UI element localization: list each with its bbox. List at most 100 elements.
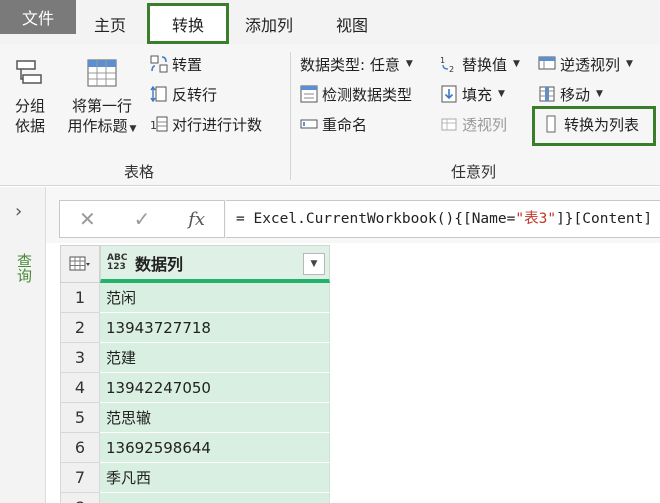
table-cell[interactable]: 13943727718 xyxy=(100,313,330,343)
svg-text:2: 2 xyxy=(449,65,454,73)
table-cell[interactable]: 范闲 xyxy=(100,283,330,313)
pivot-column-button[interactable]: 透视列 xyxy=(440,112,507,136)
chevron-right-icon[interactable]: › xyxy=(15,201,22,222)
formula-string-literal: "表3" xyxy=(515,211,557,227)
replace-values-label: 替换值 xyxy=(462,55,508,74)
formula-bar-area: ✕ ✓ fx = Excel.CurrentWorkbook(){[Name="… xyxy=(46,187,660,243)
chevron-down-icon: ▼ xyxy=(129,124,137,134)
table-row[interactable]: 1 范闲 xyxy=(60,283,330,313)
pivot-column-label: 透视列 xyxy=(462,115,508,134)
chevron-down-icon: ▼ xyxy=(513,59,520,69)
confirm-icon[interactable]: ✓ xyxy=(115,207,170,231)
detect-data-type-label: 检测数据类型 xyxy=(322,85,413,104)
svg-text:1: 1 xyxy=(440,56,445,65)
count-rows-icon: 1 xyxy=(150,116,168,132)
column-name: 数据列 xyxy=(135,254,184,274)
replace-values-button[interactable]: 1 2 替换值 ▼ xyxy=(440,52,520,76)
row-number: 6 xyxy=(60,433,100,463)
count-rows-button[interactable]: 1 对行进行计数 xyxy=(150,112,262,136)
group-by-label-1: 分组 xyxy=(14,97,45,115)
detect-data-type-button[interactable]: 检测数据类型 xyxy=(300,82,412,106)
detect-type-icon xyxy=(300,85,318,103)
unpivot-columns-button[interactable]: 逆透视列 ▼ xyxy=(538,52,633,76)
reverse-rows-button[interactable]: 反转行 xyxy=(150,82,217,106)
formula-suffix: ]}[Content] xyxy=(556,211,653,227)
table-row[interactable]: 2 13943727718 xyxy=(60,313,330,343)
count-rows-label: 对行进行计数 xyxy=(172,115,263,134)
row-number: 1 xyxy=(60,283,100,313)
cancel-icon[interactable]: ✕ xyxy=(60,207,115,231)
table-row[interactable]: 7 季凡西 xyxy=(60,463,330,493)
tab-view[interactable]: 视图 xyxy=(336,12,368,36)
type-icon-text-bottom: 123 xyxy=(107,261,126,272)
data-grid: ABC 123 数据列 ▼ 1 范闲 2 13943727718 3 范建 4 … xyxy=(60,245,330,503)
group-by-label-2: 依据 xyxy=(14,117,45,135)
convert-to-list-highlight xyxy=(532,106,656,146)
table-menu-button[interactable] xyxy=(60,245,100,283)
table-cell[interactable]: 范思辙 xyxy=(100,403,330,433)
transpose-label: 转置 xyxy=(172,55,203,74)
replace-values-icon: 1 2 xyxy=(440,56,454,73)
move-label: 移动 xyxy=(560,85,591,104)
table-group-label: 表格 xyxy=(124,163,155,181)
use-first-row-label-2: 用作标题 xyxy=(67,117,128,135)
table-cell[interactable]: 范建 xyxy=(100,343,330,373)
move-dropdown[interactable]: 移动 ▼ xyxy=(538,82,603,106)
table-row[interactable]: 4 13942247050 xyxy=(60,373,330,403)
row-number: 5 xyxy=(60,403,100,433)
chevron-down-icon: ▼ xyxy=(405,59,413,69)
table-cell[interactable]: 季凡西 xyxy=(100,463,330,493)
tab-home[interactable]: 主页 xyxy=(94,12,126,36)
rename-icon xyxy=(300,119,318,129)
rename-label: 重命名 xyxy=(322,115,368,134)
svg-text:1: 1 xyxy=(150,119,157,132)
fx-icon[interactable]: fx xyxy=(169,209,224,230)
table-row[interactable]: 6 13692598644 xyxy=(60,433,330,463)
formula-input[interactable]: = Excel.CurrentWorkbook(){[Name="表3"]}[C… xyxy=(226,200,660,238)
row-number: 7 xyxy=(60,463,100,493)
table-cell[interactable]: 13692598644 xyxy=(100,433,330,463)
table-cell[interactable] xyxy=(100,493,330,503)
move-icon xyxy=(539,86,555,102)
row-number: 8 xyxy=(60,493,100,503)
column-filter-dropdown[interactable]: ▼ xyxy=(303,253,325,275)
table-row[interactable]: 8 xyxy=(60,493,330,503)
data-type-label: 数据类型: 任意 xyxy=(300,55,400,74)
queries-pane-label[interactable]: 查询 xyxy=(14,253,35,283)
table-cell[interactable]: 13942247050 xyxy=(100,373,330,403)
tab-transform[interactable]: 转换 xyxy=(147,3,229,44)
pivot-column-icon xyxy=(441,118,457,131)
row-number: 4 xyxy=(60,373,100,403)
fill-label: 填充 xyxy=(462,85,493,104)
use-first-row-as-headers-button[interactable]: 将第一行 用作标题 ▼ xyxy=(60,58,144,139)
formula-prefix: = Excel.CurrentWorkbook(){[Name= xyxy=(236,211,516,227)
formula-buttons: ✕ ✓ fx xyxy=(59,200,225,238)
tab-add-column[interactable]: 添加列 xyxy=(245,12,293,36)
transpose-button[interactable]: 转置 xyxy=(150,52,202,76)
reverse-rows-label: 反转行 xyxy=(172,85,218,104)
group-by-icon xyxy=(16,60,42,84)
unpivot-columns-label: 逆透视列 xyxy=(560,55,621,74)
rename-button[interactable]: 重命名 xyxy=(300,112,367,136)
transpose-icon xyxy=(150,55,168,73)
chevron-down-icon: ▼ xyxy=(596,89,603,99)
ribbon-tab-bar: 文件 主页 转换 添加列 视图 xyxy=(0,0,660,46)
any-type-icon[interactable]: ABC 123 xyxy=(107,253,129,272)
reverse-rows-icon xyxy=(150,85,167,103)
unpivot-columns-icon xyxy=(538,56,556,70)
fill-down-icon xyxy=(441,85,457,103)
tab-file[interactable]: 文件 xyxy=(0,0,76,34)
row-number: 2 xyxy=(60,313,100,343)
table-row[interactable]: 3 范建 xyxy=(60,343,330,373)
column-header-data[interactable]: ABC 123 数据列 ▼ xyxy=(100,245,330,283)
row-number: 3 xyxy=(60,343,100,373)
queries-pane-collapsed[interactable]: › 查询 xyxy=(0,187,46,503)
fill-dropdown[interactable]: 填充 ▼ xyxy=(440,82,505,106)
table-row[interactable]: 5 范思辙 xyxy=(60,403,330,433)
chevron-down-icon: ▼ xyxy=(498,89,505,99)
group-separator xyxy=(290,52,291,180)
table-icon xyxy=(69,256,90,271)
group-by-button[interactable]: 分组 依据 xyxy=(8,58,52,136)
data-type-dropdown[interactable]: 数据类型: 任意 ▼ xyxy=(300,52,413,76)
chevron-down-icon: ▼ xyxy=(626,59,633,69)
